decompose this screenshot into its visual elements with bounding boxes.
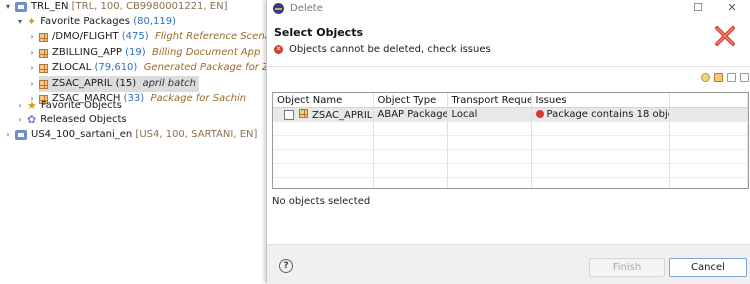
released-objects-icon: ✿	[27, 113, 37, 126]
abap-system-icon	[15, 2, 27, 12]
error-icon: ✕	[274, 45, 283, 54]
favorite-packages-icon: ✦	[27, 15, 37, 28]
object-name-cell: ZSAC_APRIL	[273, 107, 374, 122]
deselect-all-icon[interactable]	[740, 73, 749, 82]
select-all-icon[interactable]	[727, 73, 736, 82]
empty-row	[273, 135, 748, 150]
help-icon[interactable]: ?	[279, 259, 293, 273]
package-description: Billing Document App	[151, 47, 261, 58]
package-count: (19)	[125, 47, 146, 58]
table-header-row: Object Name Object Type Transport Reques…	[273, 93, 748, 108]
package-icon	[299, 108, 308, 118]
package-icon	[39, 48, 48, 58]
column-header[interactable]: Transport Request	[447, 93, 532, 108]
error-icon	[535, 110, 544, 118]
system-meta: [US4, 100, SARTANI, EN]	[135, 129, 258, 140]
delete-banner-icon	[715, 26, 735, 46]
tree-package-item-selected[interactable]: › ZSAC_APRIL (15) april batch	[27, 76, 200, 92]
released-objects-label: Released Objects	[40, 114, 127, 125]
finish-button[interactable]: Finish	[589, 258, 665, 277]
expand-arrow-icon[interactable]: ›	[3, 127, 13, 143]
maximize-button[interactable]: ☐	[685, 0, 711, 16]
package-description: Flight Reference Scenario	[155, 31, 284, 42]
expand-arrow-icon[interactable]: ›	[27, 60, 37, 76]
cancel-button[interactable]: Cancel	[669, 258, 747, 277]
tree-system-us4[interactable]: › US4_100_sartani_en [US4, 100, SARTANI,…	[3, 127, 257, 143]
package-name: ZBILLING_APP	[52, 47, 122, 58]
tree-package-item[interactable]: › ZLOCAL (79,610) Generated Package for …	[27, 60, 301, 76]
tree-released-objects[interactable]: › ✿ Released Objects	[15, 112, 127, 128]
package-name: /DMO/FLIGHT	[52, 31, 119, 42]
object-name: ZSAC_APRIL	[312, 109, 373, 121]
package-icon	[39, 79, 48, 89]
tree-package-item[interactable]: › ZBILLING_APP (19) Billing Document App	[27, 45, 260, 61]
transport-cell: Local	[447, 107, 532, 122]
header-separator	[267, 66, 750, 67]
object-type-cell: ABAP Package	[373, 107, 448, 122]
expand-arrow-icon[interactable]: ›	[27, 76, 37, 92]
expand-arrow-icon[interactable]: ›	[27, 29, 37, 45]
selection-status: No objects selected	[272, 196, 371, 207]
collapse-arrow-icon[interactable]: ▾	[15, 14, 25, 30]
package-description: april batch	[142, 78, 197, 89]
empty-row	[273, 177, 748, 188]
package-count: (79,610)	[94, 62, 138, 73]
dialog-footer: ? Finish Cancel	[267, 244, 750, 284]
favorite-packages-label: Favorite Packages	[40, 16, 131, 27]
dialog-titlebar: Delete	[267, 0, 750, 16]
table-row[interactable]: ZSAC_APRIL ABAP Package Local Package co…	[273, 107, 748, 122]
row-checkbox[interactable]	[284, 109, 294, 120]
project-explorer-tree: ▾ TRL_EN [TRL, 100, CB9980001221, EN] ▾ …	[0, 0, 301, 283]
tree-favorite-packages[interactable]: ▾ ✦ Favorite Packages (80,119)	[15, 14, 176, 30]
issues-cell: Package contains 18 objects	[531, 107, 670, 122]
system-name: TRL_EN	[31, 1, 69, 12]
settings-icon[interactable]	[701, 73, 710, 82]
column-header[interactable]: Object Name	[273, 93, 374, 108]
column-header[interactable]: Object Type	[373, 93, 448, 108]
system-name: US4_100_sartani_en	[31, 129, 133, 140]
empty-row	[273, 149, 748, 164]
issue-text: Package contains 18 objects	[546, 109, 669, 120]
dialog-heading: Select Objects	[274, 26, 364, 39]
close-button[interactable]: ✕	[719, 0, 745, 16]
package-description: Package for Sachin	[150, 93, 247, 104]
favorite-packages-count: (80,119)	[133, 16, 177, 27]
error-message-line: ✕ Objects cannot be deleted, check issue…	[274, 44, 491, 55]
system-meta: [TRL, 100, CB9980001221, EN]	[71, 1, 228, 12]
table-toolbar	[701, 73, 749, 82]
window-title: Delete	[290, 2, 323, 14]
empty-row	[273, 121, 748, 136]
dialog-header: Select Objects ✕ Objects cannot be delet…	[267, 20, 750, 66]
collapse-arrow-icon[interactable]: ▾	[3, 0, 13, 15]
empty-cell	[669, 107, 748, 122]
expand-arrow-icon[interactable]: ›	[15, 112, 25, 128]
tree-package-item[interactable]: › /DMO/FLIGHT (475) Flight Reference Sce…	[27, 29, 284, 45]
tree-system-trl-en[interactable]: ▾ TRL_EN [TRL, 100, CB9980001221, EN]	[3, 0, 227, 15]
column-header-empty	[669, 93, 748, 108]
package-name: ZLOCAL	[52, 62, 92, 73]
column-header[interactable]: Issues	[531, 93, 670, 108]
package-icon	[39, 63, 48, 73]
package-count: (33)	[123, 93, 145, 104]
package-count: (475)	[121, 31, 149, 42]
objects-table: Object Name Object Type Transport Reques…	[272, 92, 749, 189]
error-message: Objects cannot be deleted, check issues	[289, 44, 491, 55]
package-count: (15)	[115, 78, 137, 89]
delete-dialog: Delete ☐ ✕ Select Objects ✕ Objects cann…	[266, 0, 750, 284]
empty-row	[273, 163, 748, 178]
package-name: ZSAC_APRIL	[52, 78, 113, 89]
package-icon	[39, 32, 48, 42]
eclipse-app-icon	[273, 2, 284, 14]
transport-icon[interactable]	[714, 73, 723, 82]
expand-arrow-icon[interactable]: ›	[27, 45, 37, 61]
abap-system-icon	[15, 130, 27, 140]
